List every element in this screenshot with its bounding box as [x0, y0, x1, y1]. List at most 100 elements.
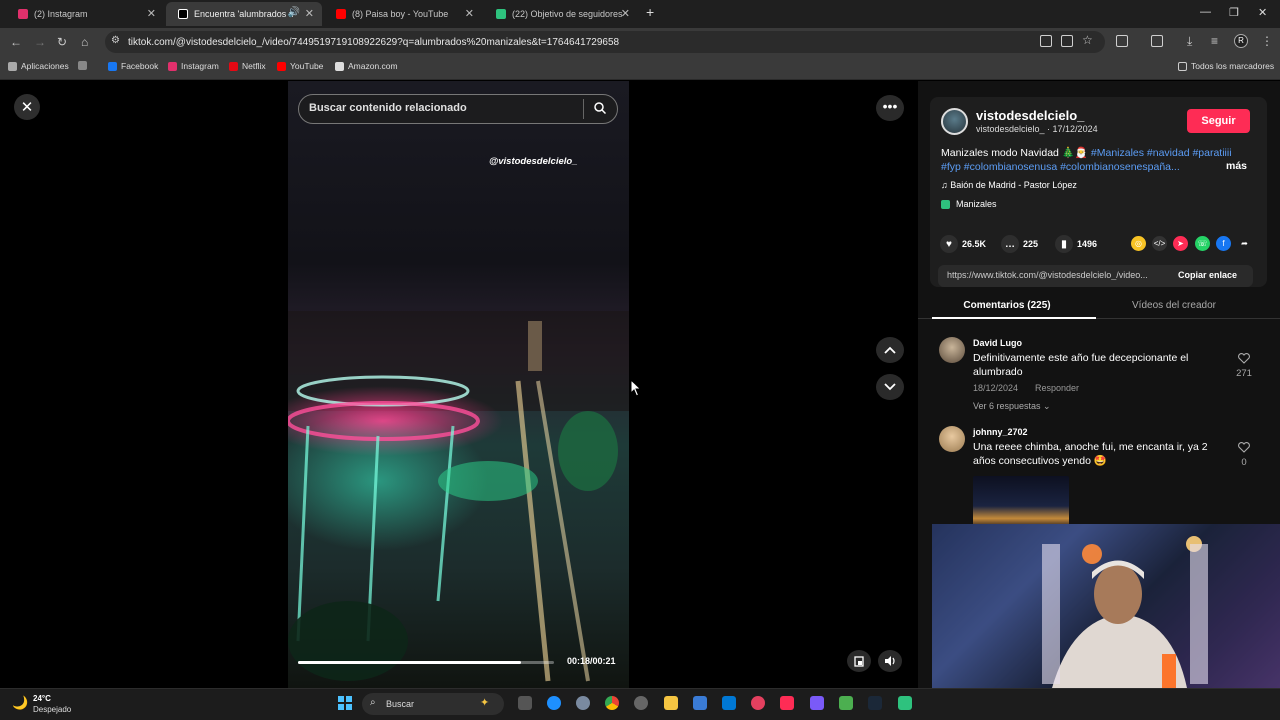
- music-track[interactable]: ♫ Baión de Madrid - Pastor López: [941, 180, 1077, 190]
- download-icon[interactable]: ⤓: [1187, 34, 1192, 49]
- stream-icon: [496, 9, 506, 19]
- bookmark-facebook[interactable]: Facebook: [108, 61, 158, 71]
- volume-button[interactable]: [878, 650, 902, 672]
- hashtags-line-2[interactable]: #fyp #colombianosenusa #colombianosenesp…: [941, 161, 1180, 173]
- reply-button[interactable]: Responder: [1035, 383, 1079, 393]
- mouse-cursor-icon: [630, 379, 642, 397]
- embed-icon[interactable]: </>: [1152, 236, 1167, 251]
- more-options-button[interactable]: •••: [876, 95, 904, 121]
- restore-icon[interactable]: ❐: [1229, 6, 1239, 19]
- previous-video-button[interactable]: [876, 337, 904, 363]
- comment-stat[interactable]: … 225: [1001, 235, 1038, 253]
- whatsapp-icon[interactable]: ☏: [1195, 236, 1210, 251]
- site-info-icon[interactable]: ⚙: [111, 35, 120, 46]
- creator-avatar[interactable]: [941, 108, 968, 135]
- all-bookmarks[interactable]: Todos los marcadores: [1178, 61, 1274, 71]
- home-icon[interactable]: ⌂: [81, 35, 88, 49]
- extensions-icon[interactable]: [1116, 35, 1128, 47]
- minecraft-icon[interactable]: [839, 696, 853, 710]
- grid-icon[interactable]: [78, 61, 91, 70]
- reload-icon[interactable]: ↻: [57, 35, 67, 49]
- menu-icon[interactable]: ⋮: [1261, 34, 1273, 48]
- tiktok-taskbar-icon[interactable]: [780, 696, 794, 710]
- sidebar-icon[interactable]: [1151, 35, 1163, 47]
- store-icon[interactable]: [693, 696, 707, 710]
- audio-icon[interactable]: 🔊: [288, 7, 300, 18]
- profile-avatar[interactable]: R: [1234, 34, 1248, 48]
- hashtags-line-1[interactable]: #Manizales #navidad #paratiiii: [1091, 147, 1232, 159]
- video-player[interactable]: [288, 81, 629, 688]
- reading-list-icon[interactable]: ≡: [1211, 34, 1218, 48]
- next-video-button[interactable]: [876, 374, 904, 400]
- search-icon[interactable]: [594, 102, 606, 114]
- close-tab-icon[interactable]: ✕: [147, 7, 156, 20]
- facebook-share-icon[interactable]: f: [1216, 236, 1231, 251]
- chevron-up-icon: [884, 346, 896, 354]
- translate-icon[interactable]: [1040, 35, 1052, 47]
- chrome-icon[interactable]: [605, 696, 619, 710]
- coin-icon[interactable]: ◎: [1131, 236, 1146, 251]
- description-more-link[interactable]: más: [1226, 160, 1247, 172]
- twitch-icon[interactable]: [810, 696, 824, 710]
- miniplayer-button[interactable]: [847, 650, 871, 672]
- close-window-icon[interactable]: ✕: [1258, 6, 1267, 19]
- url-text[interactable]: tiktok.com/@vistodesdelcielo_/video/7449…: [128, 37, 619, 48]
- video-progress-bar[interactable]: [298, 661, 554, 664]
- cast-icon[interactable]: [1061, 35, 1073, 47]
- location-tag[interactable]: Manizales: [941, 199, 997, 209]
- comment-image-thumbnail[interactable]: [973, 476, 1069, 526]
- comment-avatar[interactable]: [939, 337, 965, 363]
- copilot-icon: ✦: [480, 697, 490, 709]
- bookmark-amazon[interactable]: Amazon.com: [335, 61, 398, 71]
- weather-temperature[interactable]: 24°C: [33, 694, 51, 703]
- comment-like-icon[interactable]: [1238, 442, 1250, 453]
- tab-objetivo[interactable]: (22) Objetivo de seguidores / S ✕: [484, 2, 638, 26]
- close-tab-icon[interactable]: ✕: [465, 7, 474, 20]
- like-stat[interactable]: ♥ 26.5K: [940, 235, 986, 253]
- comment-username[interactable]: David Lugo: [973, 338, 1022, 348]
- opera-icon[interactable]: [751, 696, 765, 710]
- video-link[interactable]: https://www.tiktok.com/@vistodesdelcielo…: [947, 270, 1167, 280]
- file-explorer-icon[interactable]: [664, 696, 678, 710]
- close-tab-icon[interactable]: ✕: [621, 7, 630, 20]
- minimize-icon[interactable]: —: [1200, 6, 1211, 18]
- bookmark-netflix[interactable]: Netflix: [229, 61, 266, 71]
- forward-icon[interactable]: →: [34, 35, 46, 49]
- comment-like-icon[interactable]: [1238, 353, 1250, 364]
- steam-icon[interactable]: [868, 696, 882, 710]
- video-watermark: @vistodesdelcielo_: [489, 156, 578, 167]
- tab-tiktok[interactable]: Encuentra 'alumbrados ma 🔊 ✕: [166, 2, 322, 26]
- instagram-icon: [168, 61, 177, 71]
- back-icon[interactable]: ←: [10, 35, 22, 49]
- edge-icon[interactable]: [547, 696, 561, 710]
- tab-youtube[interactable]: (8) Paisa boy - YouTube ✕: [324, 2, 482, 26]
- tab-comments[interactable]: Comentarios (225): [918, 300, 1096, 311]
- weather-description[interactable]: Despejado: [33, 705, 71, 714]
- tab-instagram[interactable]: (2) Instagram ✕: [6, 2, 164, 26]
- facebook-icon: [108, 61, 117, 71]
- bookmark-apps[interactable]: Aplicaciones: [8, 61, 69, 71]
- comment-text: Una reeee chimba, anoche fui, me encanta…: [973, 441, 1208, 467]
- share-arrow-icon[interactable]: ➦: [1237, 236, 1252, 251]
- follow-button[interactable]: Seguir: [1187, 109, 1250, 133]
- comment-username[interactable]: johnny_2702: [973, 427, 1028, 437]
- close-tab-icon[interactable]: ✕: [305, 7, 314, 20]
- view-replies-button[interactable]: Ver 6 respuestas ⌄: [973, 401, 1051, 412]
- app-icon[interactable]: [634, 696, 648, 710]
- comment-avatar[interactable]: [939, 426, 965, 452]
- copy-link-button[interactable]: Copiar enlace: [1178, 270, 1237, 280]
- new-tab-button[interactable]: +: [646, 4, 654, 20]
- bookmark-star-icon[interactable]: ☆: [1082, 33, 1093, 47]
- creator-username[interactable]: vistodesdelcielo_: [976, 108, 1084, 123]
- task-view-icon[interactable]: [518, 696, 532, 710]
- tab-creator-videos[interactable]: Vídeos del creador: [1098, 300, 1250, 311]
- settings-icon[interactable]: [576, 696, 590, 710]
- stream-app-icon[interactable]: [898, 696, 912, 710]
- outlook-icon[interactable]: [722, 696, 736, 710]
- save-stat[interactable]: ▮ 1496: [1055, 235, 1097, 253]
- bookmark-youtube[interactable]: YouTube: [277, 61, 323, 71]
- close-video-button[interactable]: ✕: [14, 94, 40, 120]
- bookmark-instagram[interactable]: Instagram: [168, 61, 219, 71]
- send-icon[interactable]: ➤: [1173, 236, 1188, 251]
- windows-start-icon[interactable]: [338, 696, 352, 710]
